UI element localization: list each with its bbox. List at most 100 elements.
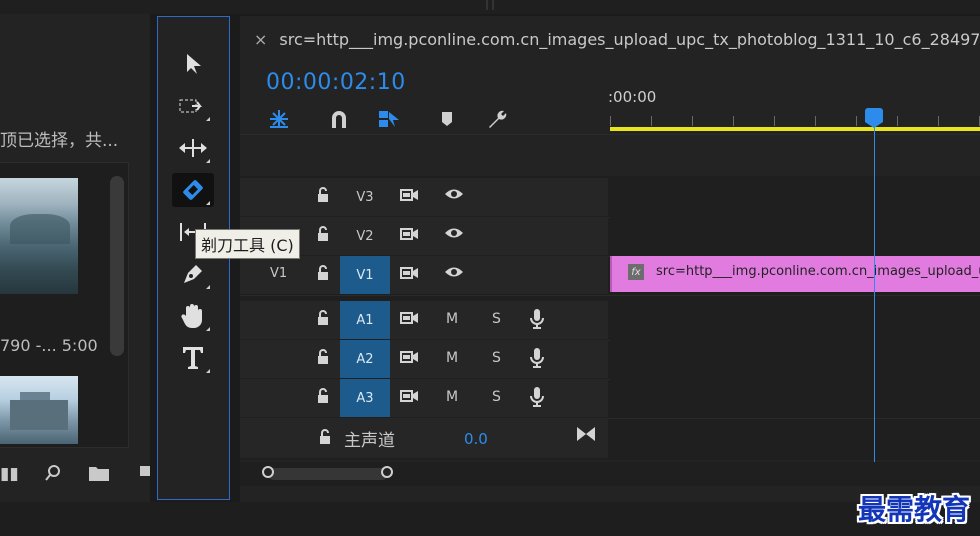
sync-lock-icon[interactable]	[400, 388, 420, 408]
folder-icon[interactable]	[88, 464, 110, 487]
snap-magnet-icon[interactable]	[326, 106, 352, 132]
sequence-name: src=http___img.pconline.com.cn_images_up…	[279, 30, 980, 49]
new-item-icon[interactable]	[138, 464, 150, 487]
time-ruler-start: :00:00	[608, 88, 657, 106]
track-label[interactable]: A1	[340, 301, 390, 339]
freeform-view-icon[interactable]: ▮▮	[0, 464, 19, 484]
fx-badge: fx	[628, 264, 644, 280]
lock-icon[interactable]	[316, 226, 330, 246]
lock-icon[interactable]	[316, 310, 330, 330]
razor-icon	[183, 180, 203, 200]
solo-button[interactable]: S	[492, 311, 501, 327]
lock-icon[interactable]	[316, 349, 330, 369]
mute-button[interactable]: M	[446, 389, 458, 405]
mute-button[interactable]: M	[446, 311, 458, 327]
pen-icon	[184, 265, 202, 283]
clip-thumbnail-lake[interactable]	[0, 178, 78, 294]
mic-icon[interactable]	[530, 386, 544, 413]
top-strip	[0, 0, 980, 14]
track-label[interactable]: V1	[340, 256, 390, 294]
eye-icon[interactable]	[444, 264, 464, 284]
video-clip[interactable]: fx src=http___img.pconline.com.cn_images…	[610, 256, 980, 292]
sync-lock-icon[interactable]	[400, 265, 420, 285]
timeline-panel: × src=http___img.pconline.com.cn_images_u…	[240, 16, 980, 502]
ripple-edit-tool[interactable]	[172, 131, 214, 165]
hand-icon	[181, 304, 202, 329]
mic-icon[interactable]	[530, 308, 544, 335]
type-tool[interactable]	[172, 341, 214, 375]
project-bottom-bar: ▮▮	[0, 460, 150, 486]
track-row-a2: A2 M S	[240, 340, 980, 380]
eye-icon[interactable]	[444, 186, 464, 206]
track-header: V1 V1	[240, 256, 608, 294]
track-row-a3: A3 M S	[240, 379, 980, 419]
linked-selection-icon[interactable]	[376, 106, 402, 132]
watermark: 最需教育	[858, 493, 971, 526]
track-lane[interactable]	[610, 340, 980, 378]
search-icon[interactable]	[44, 464, 62, 487]
close-tab-icon[interactable]: ×	[254, 30, 267, 49]
sync-lock-icon[interactable]	[400, 226, 420, 246]
hand-tool[interactable]	[172, 299, 214, 333]
arrow-icon	[187, 54, 201, 74]
mute-button[interactable]: M	[446, 350, 458, 366]
lock-icon[interactable]	[316, 265, 330, 285]
scrollbar-track[interactable]	[268, 468, 388, 480]
add-marker-icon[interactable]	[434, 106, 460, 132]
mic-icon[interactable]	[530, 347, 544, 374]
zoom-handle-right[interactable]	[381, 466, 393, 478]
master-volume-value[interactable]: 0.0	[464, 430, 488, 448]
panel-divider	[492, 0, 494, 10]
razor-tool-tooltip: 剃刀工具 (C)	[195, 229, 300, 259]
playhead-timecode[interactable]: 00:00:02:10	[266, 70, 406, 95]
pen-tool[interactable]	[172, 257, 214, 291]
clip-duration: 790 -... 5:00	[0, 336, 98, 355]
selection-status: 顶已选择，共...	[0, 131, 119, 151]
sync-lock-icon[interactable]	[400, 310, 420, 330]
clip-thumbnail-village[interactable]	[0, 376, 78, 444]
track-select-tool[interactable]	[172, 89, 214, 123]
eye-icon[interactable]	[444, 225, 464, 245]
solo-button[interactable]: S	[492, 350, 501, 366]
solo-button[interactable]: S	[492, 389, 501, 405]
header-divider	[240, 134, 980, 135]
bottom-strip	[0, 502, 980, 536]
track-label[interactable]: V3	[340, 178, 390, 216]
track-label[interactable]: A2	[340, 340, 390, 378]
type-icon	[183, 347, 203, 369]
zoom-handle-left[interactable]	[262, 466, 274, 478]
track-lane[interactable]	[610, 301, 980, 339]
sync-lock-icon[interactable]	[400, 349, 420, 369]
time-ruler[interactable]	[610, 116, 980, 126]
sync-lock-icon[interactable]	[400, 187, 420, 207]
clip-name: src=http___img.pconline.com.cn_images_up…	[656, 264, 980, 279]
track-lane[interactable]	[610, 217, 980, 255]
lock-icon[interactable]	[316, 388, 330, 408]
playhead-line[interactable]	[874, 126, 875, 462]
go-to-edge-icon[interactable]	[576, 426, 596, 447]
playhead-handle[interactable]	[865, 108, 883, 122]
source-patch-v1[interactable]: V1	[270, 266, 287, 281]
track-lane[interactable]	[610, 178, 980, 216]
selection-tool[interactable]	[172, 47, 214, 81]
razor-tool[interactable]	[172, 173, 214, 207]
media-list-scrollbar[interactable]	[110, 176, 124, 356]
sequence-tab[interactable]: × src=http___img.pconline.com.cn_images_u…	[254, 30, 980, 49]
nest-sequence-icon[interactable]	[266, 106, 292, 132]
ripple-edit-icon	[179, 139, 207, 157]
lock-icon[interactable]	[318, 429, 332, 449]
project-panel: 顶已选择，共... 790 -... 5:00 ▮▮	[0, 14, 150, 502]
track-row-v2: V2	[240, 217, 980, 257]
track-label[interactable]: A3	[340, 379, 390, 417]
track-header: V3	[240, 178, 608, 216]
panel-divider	[486, 0, 488, 10]
track-lane[interactable]	[610, 379, 980, 417]
track-label[interactable]: V2	[340, 217, 390, 255]
master-label: 主声道	[344, 431, 395, 451]
timeline-zoom-scrollbar[interactable]	[240, 462, 980, 486]
track-header: 主声道 0.0	[240, 418, 608, 458]
lock-icon[interactable]	[316, 187, 330, 207]
wrench-icon[interactable]	[484, 106, 510, 132]
work-area-bar[interactable]	[610, 127, 980, 131]
track-row-a1: A1 M S	[240, 301, 980, 341]
